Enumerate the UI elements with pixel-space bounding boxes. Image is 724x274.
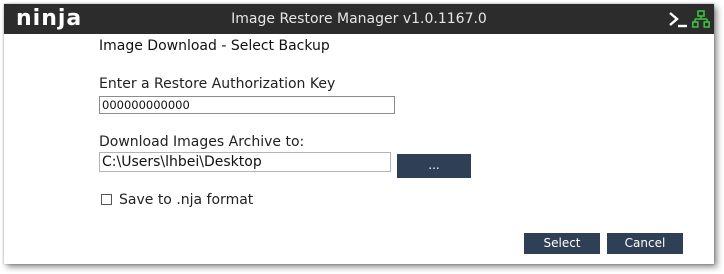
save-nja-checkbox[interactable]	[101, 193, 112, 205]
network-icon[interactable]	[692, 10, 710, 28]
browse-button[interactable]: ...	[397, 154, 471, 178]
restore-dialog-window: ninja Image Restore Manager v1.0.1167.0 …	[4, 4, 714, 264]
title-bar: ninja Image Restore Manager v1.0.1167.0	[4, 4, 714, 34]
download-path-label: Download Images Archive to:	[99, 134, 305, 150]
restore-key-input[interactable]: 000000000000	[99, 96, 395, 114]
save-nja-option[interactable]: Save to .nja format	[101, 192, 253, 210]
terminal-icon[interactable]	[668, 9, 688, 29]
cancel-button[interactable]: Cancel	[607, 233, 683, 254]
restore-key-label: Enter a Restore Authorization Key	[99, 76, 336, 92]
window-title: Image Restore Manager v1.0.1167.0	[231, 11, 487, 27]
save-nja-label: Save to .nja format	[119, 192, 254, 208]
select-button[interactable]: Select	[524, 233, 600, 254]
download-path-input[interactable]: C:\Users\lhbei\Desktop	[99, 152, 391, 172]
dialog-heading: Image Download - Select Backup	[99, 38, 330, 54]
